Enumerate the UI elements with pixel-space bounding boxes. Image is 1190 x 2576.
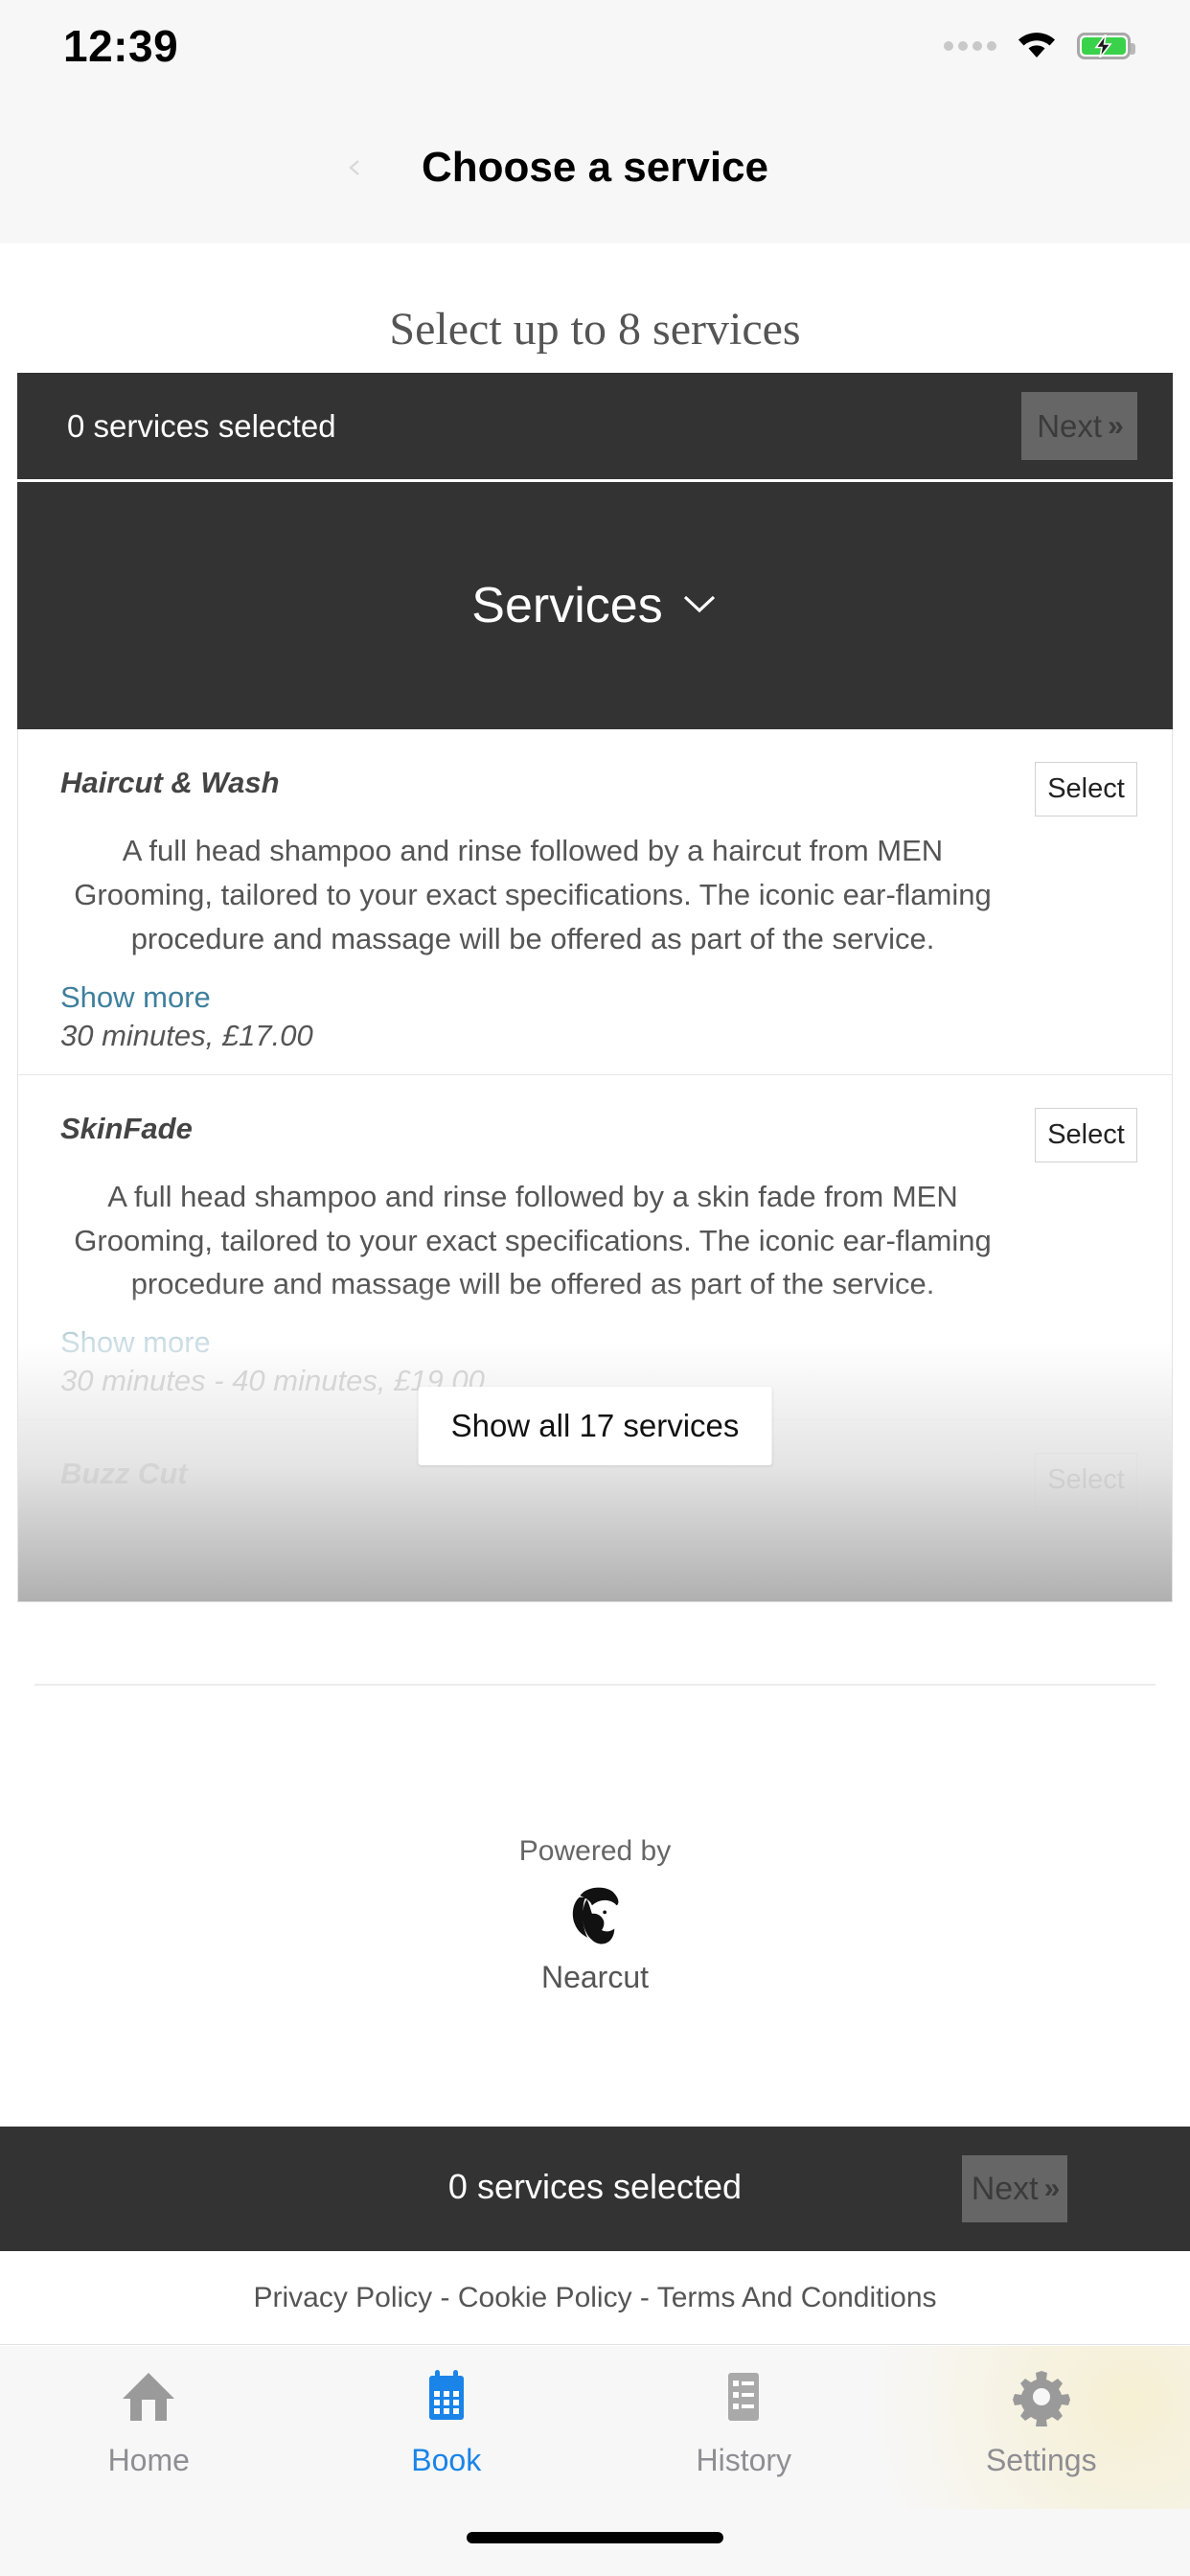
legal-footer: Privacy Policy - Cookie Policy - Terms A… xyxy=(0,2251,1190,2345)
selection-summary-bar-bottom: 0 services selected Next » xyxy=(0,2127,1190,2251)
services-accordion-label: Services xyxy=(471,578,663,633)
select-button[interactable]: Select xyxy=(1035,1453,1137,1508)
brand-name: Nearcut xyxy=(540,1960,650,1994)
next-button-top-label: Next xyxy=(1037,407,1103,444)
select-button[interactable]: Select xyxy=(1035,762,1137,816)
status-bar-clock: 12:39 xyxy=(63,21,179,71)
show-all-services-button[interactable]: Show all 17 services xyxy=(418,1387,772,1465)
tab-book[interactable]: Book xyxy=(351,2367,542,2478)
services-accordion-header[interactable]: Services xyxy=(17,482,1173,729)
service-card[interactable]: Haircut & Wash A full head shampoo and r… xyxy=(18,729,1172,1075)
bearded-man-logo-icon xyxy=(572,1887,619,1944)
tab-history-label: History xyxy=(696,2443,792,2477)
tab-home-label: Home xyxy=(107,2443,190,2477)
chevron-double-right-icon: » xyxy=(1043,2173,1061,2204)
select-button[interactable]: Select xyxy=(1035,1107,1137,1162)
show-more-link[interactable]: Show more xyxy=(60,980,1130,1015)
tab-settings-label: Settings xyxy=(985,2443,1097,2477)
page-title: Choose a service xyxy=(422,144,768,191)
service-duration-price: 30 minutes, £17.00 xyxy=(60,1018,313,1052)
service-card[interactable]: SkinFade A full head shampoo and rinse f… xyxy=(18,1075,1172,1421)
page-subtitle: Select up to 8 services xyxy=(389,304,801,355)
chevron-down-icon xyxy=(680,591,719,621)
wifi-icon xyxy=(1016,29,1058,64)
section-divider xyxy=(34,1684,1156,1686)
show-more-link[interactable]: Show more xyxy=(60,1325,1130,1360)
service-name: Haircut & Wash xyxy=(60,766,280,799)
service-description: A full head shampoo and rinse followed b… xyxy=(74,1179,992,1301)
selection-summary-bar-top: 0 services selected Next » xyxy=(17,373,1173,479)
selected-count-top: 0 services selected xyxy=(67,407,336,444)
list-icon xyxy=(714,2367,773,2431)
powered-by-label: Powered by xyxy=(518,1835,672,1867)
home-icon xyxy=(119,2367,178,2431)
tab-history[interactable]: History xyxy=(648,2367,839,2478)
powered-by-block: Powered by Nearcut xyxy=(0,1835,1190,1995)
services-list[interactable]: Haircut & Wash A full head shampoo and r… xyxy=(17,729,1173,1602)
next-button-top[interactable]: Next » xyxy=(1021,392,1137,460)
bottom-tab-bar: Home Book History Settings xyxy=(0,2346,1190,2576)
status-bar: 12:39 xyxy=(0,0,1190,92)
tab-home[interactable]: Home xyxy=(53,2367,244,2478)
chevron-left-icon[interactable] xyxy=(347,159,364,176)
signal-dots-icon xyxy=(944,41,996,51)
gear-icon xyxy=(1012,2367,1071,2431)
calendar-icon xyxy=(417,2367,476,2431)
service-name: SkinFade xyxy=(60,1111,193,1145)
next-button-bottom-label: Next xyxy=(971,2170,1039,2207)
app-screen: 12:39 Choose a service Select up to 8 se… xyxy=(0,0,1190,2576)
tab-book-label: Book xyxy=(411,2443,482,2477)
service-description: A full head shampoo and rinse followed b… xyxy=(74,834,992,955)
chevron-double-right-icon: » xyxy=(1108,409,1124,442)
legal-links[interactable]: Privacy Policy - Cookie Policy - Terms A… xyxy=(253,2282,936,2314)
home-indicator[interactable] xyxy=(467,2532,723,2543)
next-button-bottom[interactable]: Next » xyxy=(962,2155,1067,2222)
status-bar-indicators xyxy=(944,29,1135,64)
tab-settings[interactable]: Settings xyxy=(946,2367,1137,2478)
battery-charging-icon xyxy=(1077,33,1135,59)
selected-count-bottom: 0 services selected xyxy=(447,2167,743,2206)
navigation-bar: Choose a service xyxy=(0,92,1190,243)
